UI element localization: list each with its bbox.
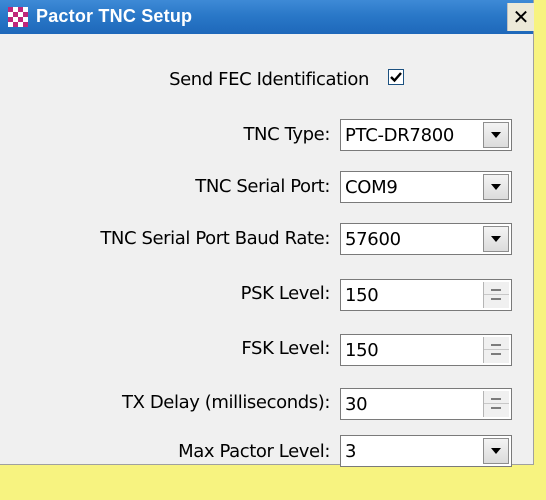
baud-rate-value: 57600 — [345, 229, 401, 250]
backdrop-right — [534, 0, 546, 500]
tx-delay-spin-buttons — [483, 391, 509, 417]
chevron-down-icon — [491, 448, 501, 454]
close-icon: ✕ — [512, 5, 530, 29]
spin-down-icon — [491, 407, 501, 409]
fsk-level-spinner[interactable]: 150 — [340, 334, 512, 366]
fsk-level-label: FSK Level: — [241, 338, 330, 359]
fsk-level-increment[interactable] — [484, 337, 509, 350]
serial-port-dropdown-button[interactable] — [483, 174, 509, 200]
fec-label: Send FEC Identification — [169, 69, 369, 90]
fsk-level-value: 150 — [345, 340, 379, 361]
spin-down-icon — [491, 353, 501, 355]
baud-rate-select[interactable]: 57600 — [340, 223, 512, 255]
fsk-level-decrement[interactable] — [484, 350, 509, 363]
backdrop-bottom — [0, 465, 546, 500]
spin-up-icon — [491, 289, 501, 291]
max-pactor-dropdown-button[interactable] — [483, 438, 509, 464]
psk-level-decrement[interactable] — [484, 295, 509, 308]
max-pactor-label: Max Pactor Level: — [178, 441, 330, 462]
psk-level-spinner[interactable]: 150 — [340, 279, 512, 311]
psk-level-label: PSK Level: — [240, 283, 331, 304]
close-button[interactable]: ✕ — [507, 3, 534, 31]
chevron-down-icon — [491, 236, 501, 242]
tx-delay-label: TX Delay (milliseconds): — [121, 392, 330, 413]
tnc-type-label: TNC Type: — [243, 124, 330, 145]
checkered-app-icon — [8, 7, 28, 27]
checkmark-icon — [390, 72, 402, 83]
tx-delay-value: 30 — [345, 394, 368, 415]
spin-up-icon — [491, 344, 501, 346]
psk-level-increment[interactable] — [484, 282, 509, 295]
tnc-type-select[interactable]: PTC-DR7800 — [340, 119, 512, 151]
fsk-level-spin-buttons — [483, 337, 509, 363]
window-title: Pactor TNC Setup — [36, 6, 193, 26]
max-pactor-value: 3 — [345, 441, 357, 462]
tnc-type-dropdown-button[interactable] — [483, 122, 509, 148]
title-bar[interactable]: Pactor TNC Setup ✕ — [0, 0, 534, 34]
tx-delay-spinner[interactable]: 30 — [340, 388, 512, 420]
baud-rate-label: TNC Serial Port Baud Rate: — [100, 228, 330, 249]
chevron-down-icon — [491, 132, 501, 138]
chevron-down-icon — [491, 184, 501, 190]
psk-level-spin-buttons — [483, 282, 509, 308]
max-pactor-select[interactable]: 3 — [340, 435, 512, 467]
serial-port-label: TNC Serial Port: — [195, 176, 330, 197]
baud-rate-dropdown-button[interactable] — [483, 226, 509, 252]
dialog-window: Pactor TNC Setup ✕ Send FEC Identificati… — [0, 0, 534, 467]
psk-level-value: 150 — [345, 285, 379, 306]
spin-down-icon — [491, 298, 501, 300]
tx-delay-increment[interactable] — [484, 391, 509, 404]
fec-checkbox[interactable] — [388, 69, 404, 85]
spin-up-icon — [491, 398, 501, 400]
tnc-type-value: PTC-DR7800 — [345, 125, 455, 146]
tx-delay-decrement[interactable] — [484, 404, 509, 417]
serial-port-value: COM9 — [345, 177, 398, 198]
serial-port-select[interactable]: COM9 — [340, 171, 512, 203]
